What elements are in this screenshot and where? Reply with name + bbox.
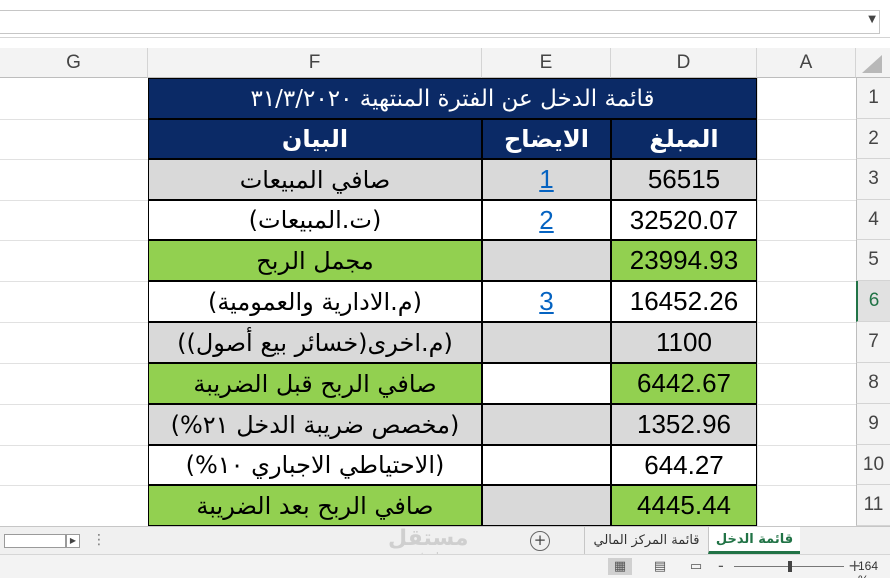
amount-cell[interactable]: 644.27: [611, 445, 757, 485]
note-link[interactable]: 1: [539, 164, 553, 195]
note-cell[interactable]: [482, 322, 611, 363]
note-link[interactable]: 3: [539, 286, 553, 317]
column-header-d[interactable]: D: [611, 48, 757, 78]
column-header-g[interactable]: G: [0, 48, 148, 78]
row-header-1[interactable]: 1: [856, 78, 890, 119]
row-header-4[interactable]: 4: [856, 200, 890, 240]
column-header-f[interactable]: F: [148, 48, 482, 78]
row-header-9[interactable]: 9: [856, 404, 890, 445]
header-note[interactable]: الايضاح: [482, 119, 611, 159]
row-header-3[interactable]: 3: [856, 159, 890, 200]
column-header-e[interactable]: E: [482, 48, 611, 78]
amount-cell[interactable]: 6442.67: [611, 363, 757, 404]
statement-cell[interactable]: (م.الادارية والعمومية): [148, 281, 482, 322]
note-cell[interactable]: [482, 404, 611, 445]
note-cell[interactable]: 2: [482, 200, 611, 240]
gridline: [757, 78, 758, 526]
note-cell[interactable]: 1: [482, 159, 611, 200]
note-cell[interactable]: [482, 445, 611, 485]
header-spacer: [0, 38, 890, 48]
amount-cell[interactable]: 1100: [611, 322, 757, 363]
statement-cell[interactable]: (%الاحتياطي الاجباري ١٠): [148, 445, 482, 485]
page-break-view-icon[interactable]: ▭: [684, 558, 708, 575]
note-link[interactable]: 2: [539, 205, 553, 236]
sheet-tab-balance[interactable]: قائمة المركز المالي: [584, 527, 708, 554]
statement-cell[interactable]: (ت.المبيعات): [148, 200, 482, 240]
row-header-5[interactable]: 5: [856, 240, 890, 281]
note-cell[interactable]: 3: [482, 281, 611, 322]
page-layout-view-icon[interactable]: ▤: [648, 558, 672, 575]
chevron-down-icon[interactable]: ▼: [868, 14, 876, 25]
header-amount[interactable]: المبلغ: [611, 119, 757, 159]
note-cell[interactable]: [482, 363, 611, 404]
horizontal-scrollbar[interactable]: [4, 534, 66, 548]
amount-cell[interactable]: 32520.07: [611, 200, 757, 240]
table-title[interactable]: قائمة الدخل عن الفترة المنتهية ٣١/٣/٢٠٢٠: [148, 78, 757, 119]
zoom-level[interactable]: 164 %: [858, 559, 890, 578]
statement-cell[interactable]: صافي الربح بعد الضريبة: [148, 485, 482, 526]
amount-cell[interactable]: 4445.44: [611, 485, 757, 526]
row-header-8[interactable]: 8: [856, 363, 890, 404]
sheet-tab-income[interactable]: قائمة الدخل: [708, 527, 800, 554]
note-cell[interactable]: [482, 485, 611, 526]
tab-split-handle-icon[interactable]: ⋮: [92, 532, 106, 548]
amount-cell[interactable]: 1352.96: [611, 404, 757, 445]
formula-input[interactable]: [0, 10, 880, 34]
statement-cell[interactable]: مجمل الربح: [148, 240, 482, 281]
normal-view-icon[interactable]: ▦: [608, 558, 632, 575]
zoom-out-button[interactable]: -: [718, 556, 724, 575]
select-all-triangle-icon[interactable]: [862, 55, 882, 73]
row-header-7[interactable]: 7: [856, 322, 890, 363]
statement-cell[interactable]: صافي الربح قبل الضريبة: [148, 363, 482, 404]
statement-cell[interactable]: (%مخصص ضريبة الدخل ٢١): [148, 404, 482, 445]
watermark-logo: مستقل: [388, 526, 469, 551]
row-header-10[interactable]: 10: [856, 445, 890, 485]
zoom-slider-thumb[interactable]: [788, 561, 792, 572]
row-header-11[interactable]: 11: [856, 485, 890, 526]
row-header-2[interactable]: 2: [856, 119, 890, 159]
amount-cell[interactable]: 16452.26: [611, 281, 757, 322]
scroll-right-icon[interactable]: ▶: [66, 534, 80, 548]
column-header-a[interactable]: A: [757, 48, 856, 78]
statement-cell[interactable]: صافي المبيعات: [148, 159, 482, 200]
row-header-6[interactable]: 6: [856, 281, 890, 322]
statement-cell[interactable]: (م.اخرى(خسائر بيع أصول)): [148, 322, 482, 363]
amount-cell[interactable]: 23994.93: [611, 240, 757, 281]
amount-cell[interactable]: 56515: [611, 159, 757, 200]
plus-circle-icon[interactable]: +: [530, 531, 550, 551]
note-cell[interactable]: [482, 240, 611, 281]
header-statement[interactable]: البيان: [148, 119, 482, 159]
